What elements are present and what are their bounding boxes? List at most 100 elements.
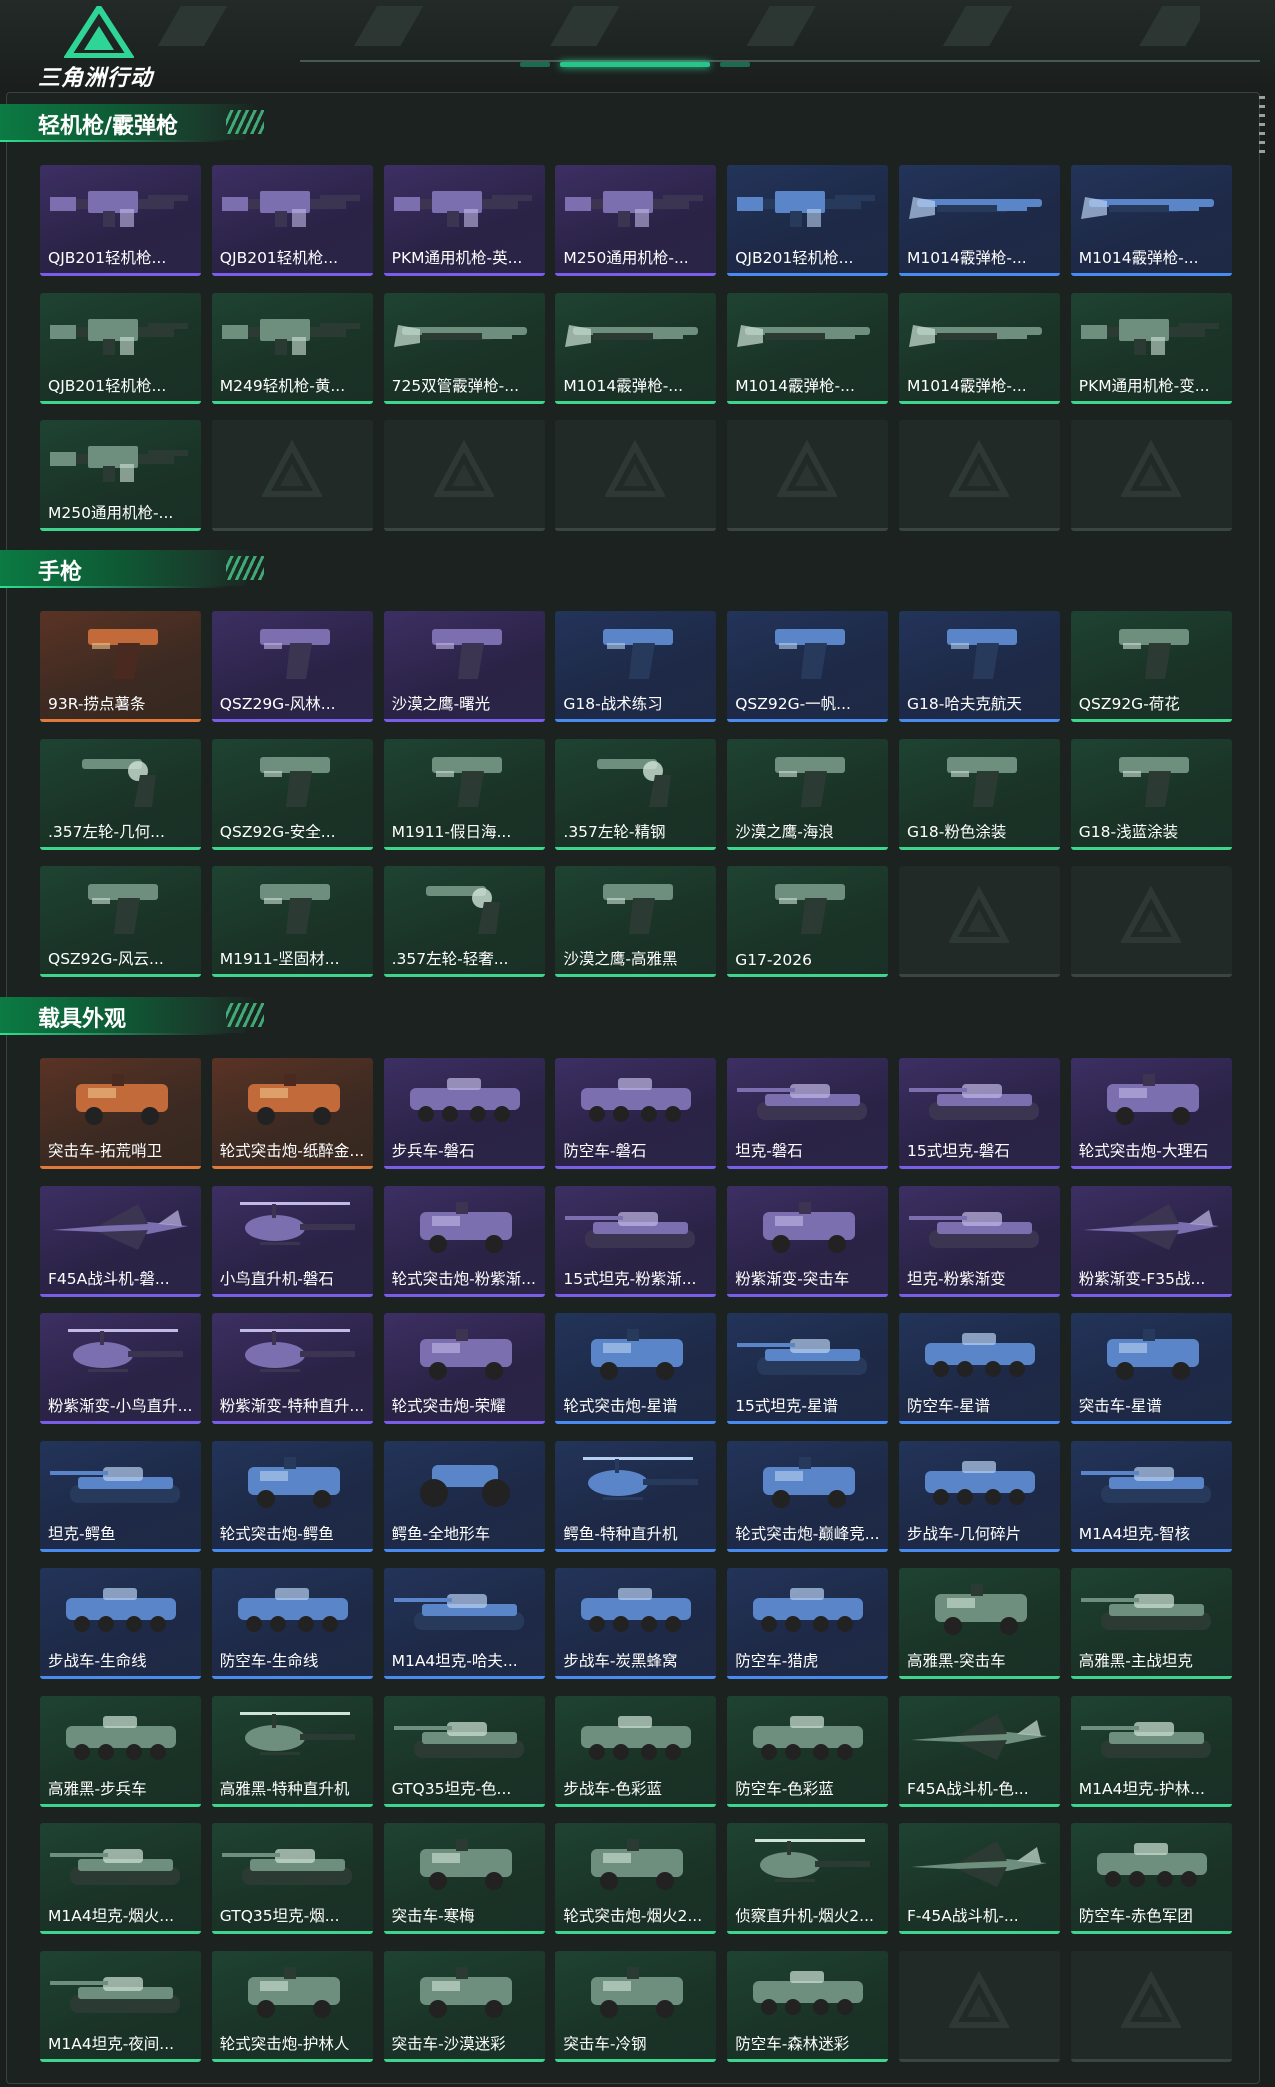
item-card[interactable]: 沙漠之鹰-海浪 bbox=[727, 738, 889, 850]
item-card[interactable]: M1014霰弹枪-... bbox=[727, 292, 889, 404]
item-card[interactable]: QJB201轻机枪... bbox=[727, 165, 889, 276]
item-card[interactable]: 坦克-粉紫渐变 bbox=[899, 1185, 1060, 1297]
item-card[interactable]: 沙漠之鹰-高雅黑 bbox=[555, 866, 717, 977]
item-card[interactable]: 15式坦克-磐石 bbox=[899, 1058, 1060, 1169]
item-card[interactable]: 粉紫渐变-特种直升... bbox=[211, 1313, 373, 1424]
item-card[interactable]: M1014霰弹枪-... bbox=[899, 292, 1060, 404]
item-card[interactable]: 高雅黑-步兵车 bbox=[40, 1695, 201, 1807]
item-card[interactable]: G18-浅蓝涂装 bbox=[1070, 738, 1232, 850]
item-card[interactable]: 防空车-生命线 bbox=[211, 1568, 373, 1679]
item-card[interactable]: 轮式突击炮-纸醉金... bbox=[211, 1058, 373, 1169]
item-card[interactable]: 突击车-冷钢 bbox=[555, 1950, 717, 2062]
tank-icon bbox=[1079, 1578, 1224, 1638]
item-card[interactable]: 轮式突击炮-烟火2... bbox=[555, 1823, 717, 1934]
item-card[interactable]: 15式坦克-星谱 bbox=[727, 1313, 889, 1424]
item-card[interactable]: 725双管霰弹枪-... bbox=[383, 292, 545, 404]
tank-icon bbox=[563, 1196, 708, 1256]
item-card[interactable]: QJB201轻机枪... bbox=[211, 165, 373, 276]
item-card[interactable]: 轮式突击炮-大理石 bbox=[1070, 1058, 1232, 1169]
item-card[interactable]: 轮式突击炮-护林人 bbox=[211, 1950, 373, 2062]
scrollbar[interactable] bbox=[1259, 96, 1265, 156]
item-card[interactable]: 突击车-寒梅 bbox=[383, 1823, 545, 1934]
item-card[interactable]: 步战车-几何碎片 bbox=[899, 1440, 1060, 1552]
item-card[interactable]: F45A战斗机-磐... bbox=[40, 1185, 201, 1297]
item-card[interactable]: 坦克-鳄鱼 bbox=[40, 1440, 201, 1552]
item-card[interactable]: 坦克-磐石 bbox=[727, 1058, 889, 1169]
item-card[interactable]: M250通用机枪-... bbox=[555, 165, 717, 276]
item-card[interactable]: G17-2026 bbox=[727, 866, 889, 977]
item-card[interactable]: 步战车-炭黑蜂窝 bbox=[555, 1568, 717, 1679]
item-card[interactable]: 高雅黑-主战坦克 bbox=[1070, 1568, 1232, 1679]
tank-icon bbox=[735, 1068, 880, 1128]
item-card[interactable]: 粉紫渐变-突击车 bbox=[727, 1185, 889, 1297]
item-card[interactable]: 粉紫渐变-F35战... bbox=[1070, 1185, 1232, 1297]
item-card[interactable]: 粉紫渐变-小鸟直升... bbox=[40, 1313, 201, 1424]
item-card[interactable]: PKM通用机枪-变... bbox=[1070, 292, 1232, 404]
item-card[interactable]: M1911-坚固材... bbox=[211, 866, 373, 977]
armored-car-icon bbox=[563, 1833, 708, 1893]
machine-gun-icon bbox=[48, 175, 193, 235]
item-card[interactable]: 防空车-星谱 bbox=[899, 1313, 1060, 1424]
item-card[interactable]: G18-粉色涂装 bbox=[899, 738, 1060, 850]
item-card[interactable]: .357左轮-轻奢... bbox=[383, 866, 545, 977]
item-label: G18-战术练习 bbox=[563, 695, 663, 713]
item-card[interactable]: 步战车-生命线 bbox=[40, 1568, 201, 1679]
item-card[interactable]: 防空车-猎虎 bbox=[727, 1568, 889, 1679]
item-card[interactable]: QSZ92G-一帆... bbox=[727, 611, 889, 722]
item-card[interactable]: 防空车-赤色军团 bbox=[1070, 1823, 1232, 1934]
item-card[interactable]: 鳄鱼-全地形车 bbox=[383, 1440, 545, 1552]
item-card[interactable]: 15式坦克-粉紫渐... bbox=[555, 1185, 717, 1297]
item-card[interactable]: M1A4坦克-烟火... bbox=[40, 1823, 201, 1934]
item-card[interactable]: 突击车-沙漠迷彩 bbox=[383, 1950, 545, 2062]
item-card[interactable]: M1A4坦克-哈夫... bbox=[383, 1568, 545, 1679]
item-card[interactable]: 突击车-拓荒哨卫 bbox=[40, 1058, 201, 1169]
item-card[interactable]: 轮式突击炮-巅峰竞... bbox=[727, 1440, 889, 1552]
item-card[interactable]: 轮式突击炮-鳄鱼 bbox=[211, 1440, 373, 1552]
item-card[interactable]: G18-战术练习 bbox=[555, 611, 717, 722]
item-card[interactable]: 小鸟直升机-磐石 bbox=[211, 1185, 373, 1297]
item-card[interactable]: M1014霰弹枪-... bbox=[555, 292, 717, 404]
item-card[interactable]: QSZ29G-风林... bbox=[211, 611, 373, 722]
item-card[interactable]: GTQ35坦克-色... bbox=[383, 1695, 545, 1807]
item-card[interactable]: M1A4坦克-护林... bbox=[1070, 1695, 1232, 1807]
item-card[interactable]: 防空车-森林迷彩 bbox=[727, 1950, 889, 2062]
item-card[interactable]: 突击车-星谱 bbox=[1070, 1313, 1232, 1424]
item-card[interactable]: QJB201轻机枪... bbox=[40, 165, 201, 276]
item-card[interactable]: 高雅黑-突击车 bbox=[899, 1568, 1060, 1679]
item-card[interactable]: QJB201轻机枪... bbox=[40, 292, 201, 404]
item-card[interactable]: G18-哈夫克航天 bbox=[899, 611, 1060, 722]
item-card[interactable]: 轮式突击炮-荣耀 bbox=[383, 1313, 545, 1424]
item-card[interactable]: PKM通用机枪-英... bbox=[383, 165, 545, 276]
item-card[interactable]: F-45A战斗机-... bbox=[899, 1823, 1060, 1934]
item-card[interactable]: 步战车-色彩蓝 bbox=[555, 1695, 717, 1807]
item-label: 步战车-色彩蓝 bbox=[563, 1779, 662, 1798]
item-card[interactable]: M1A4坦克-智核 bbox=[1070, 1440, 1232, 1552]
ifv-icon bbox=[907, 1451, 1052, 1511]
item-card[interactable]: 沙漠之鹰-曙光 bbox=[383, 611, 545, 722]
item-card[interactable]: QSZ92G-风云... bbox=[40, 866, 201, 977]
item-card[interactable]: 鳄鱼-特种直升机 bbox=[555, 1440, 717, 1552]
item-card[interactable]: QSZ92G-荷花 bbox=[1070, 611, 1232, 722]
armored-car-icon bbox=[392, 1323, 537, 1383]
revolver-icon bbox=[392, 876, 537, 936]
pistol-icon bbox=[392, 749, 537, 809]
item-card[interactable]: M1014霰弹枪-... bbox=[1070, 165, 1232, 276]
item-card[interactable]: 高雅黑-特种直升机 bbox=[211, 1695, 373, 1807]
item-card[interactable]: M1911-假日海... bbox=[383, 738, 545, 850]
item-card[interactable]: 93R-捞点薯条 bbox=[40, 611, 201, 722]
item-card[interactable]: .357左轮-几何... bbox=[40, 738, 201, 850]
item-card[interactable]: GTQ35坦克-烟... bbox=[211, 1823, 373, 1934]
item-card[interactable]: 轮式突击炮-粉紫渐... bbox=[383, 1185, 545, 1297]
item-card[interactable]: 步兵车-磐石 bbox=[383, 1058, 545, 1169]
item-card[interactable]: M249轻机枪-黄... bbox=[211, 292, 373, 404]
item-card[interactable]: .357左轮-精钢 bbox=[555, 738, 717, 850]
item-card[interactable]: 轮式突击炮-星谱 bbox=[555, 1313, 717, 1424]
item-card[interactable]: 防空车-磐石 bbox=[555, 1058, 717, 1169]
item-card[interactable]: M1014霰弹枪-... bbox=[899, 165, 1060, 276]
item-card[interactable]: F45A战斗机-色... bbox=[899, 1695, 1060, 1807]
item-card[interactable]: M1A4坦克-夜间... bbox=[40, 1950, 201, 2062]
item-card[interactable]: QSZ92G-安全... bbox=[211, 738, 373, 850]
item-card[interactable]: 侦察直升机-烟火2... bbox=[727, 1823, 889, 1934]
item-card[interactable]: M250通用机枪-... bbox=[40, 420, 201, 531]
item-card[interactable]: 防空车-色彩蓝 bbox=[727, 1695, 889, 1807]
